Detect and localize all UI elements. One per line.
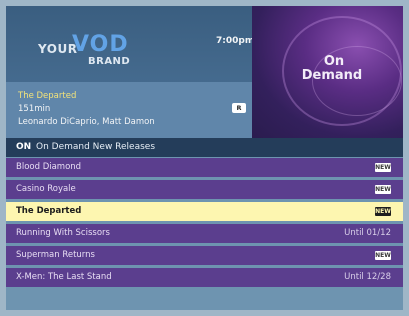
list-item[interactable]: Running With Scissors Until 01/12 [6,224,403,243]
footer-bar [6,292,403,310]
list-item[interactable]: Casino Royale NEW [6,180,403,199]
on-demand-logo: On Demand [252,6,403,138]
category-title: On Demand New Releases [36,142,156,152]
list-item[interactable]: Superman Returns NEW [6,246,403,265]
availability-date: Until 12/28 [344,272,391,282]
brand-vod: VOD [72,32,129,57]
list-item-title: Superman Returns [16,250,95,260]
logo-on-text: On [323,54,345,69]
list-item-title: Running With Scissors [16,228,110,238]
detail-cast: Leonardo DiCaprio, Matt Damon [18,117,155,127]
category-on-label: ON [16,142,32,152]
detail-runtime: 151min [18,104,51,114]
new-badge: NEW [375,207,391,216]
list-item-selected[interactable]: The Departed NEW [6,202,403,221]
availability-date: Until 01/12 [344,228,391,238]
vod-screen: YOUR VOD BRAND 7:00pm On Demand The Depa… [6,6,403,310]
list-item-title: The Departed [16,206,82,216]
list-item-title: Blood Diamond [16,162,82,172]
clock: 7:00pm [216,36,255,46]
list-item-title: Casino Royale [16,184,76,194]
new-badge: NEW [375,163,391,172]
rating-badge: R [232,103,246,113]
brand-brand: BRAND [88,56,131,67]
detail-title: The Departed [18,91,77,101]
header: YOUR VOD BRAND 7:00pm On Demand The Depa… [6,6,403,138]
new-badge: NEW [375,251,391,260]
brand-logo: YOUR VOD BRAND [38,32,148,72]
list-item[interactable]: X-Men: The Last Stand Until 12/28 [6,268,403,287]
list-item[interactable]: Blood Diamond NEW [6,158,403,177]
list-item-title: X-Men: The Last Stand [16,272,112,282]
new-badge: NEW [375,185,391,194]
logo-demand-text: Demand [301,68,363,83]
program-detail: The Departed 151min R Leonardo DiCaprio,… [6,82,252,138]
category-bar: ON On Demand New Releases [6,138,403,157]
